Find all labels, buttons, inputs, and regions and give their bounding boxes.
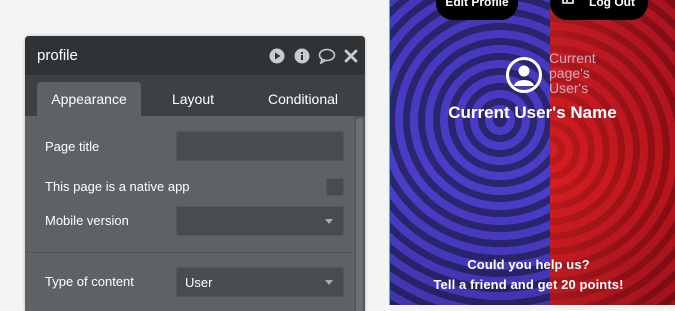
user-icon (514, 65, 534, 86)
log-out-label: Log Out (589, 0, 635, 9)
avatar-alt-text: Current page's User's (549, 50, 596, 96)
tab-bar: Appearance Layout Conditional (25, 75, 365, 116)
page-title-input[interactable] (176, 131, 344, 161)
door-exit-icon (562, 0, 574, 4)
page-title-label: Page title (45, 139, 100, 154)
tab-appearance[interactable]: Appearance (37, 82, 141, 116)
close-icon[interactable] (344, 49, 358, 63)
type-of-content-value: User (185, 275, 213, 290)
property-editor-panel: profile Appearance Layout Conditional Pa… (25, 36, 365, 311)
tab-layout[interactable]: Layout (155, 82, 231, 116)
native-app-label: This page is a native app (45, 179, 190, 194)
edit-profile-label: Edit Profile (445, 0, 509, 9)
mobile-version-label: Mobile version (45, 213, 129, 228)
mobile-version-dropdown[interactable] (176, 206, 344, 236)
page-preview: Edit Profile Log Out Current page's User… (390, 0, 675, 305)
native-app-checkbox[interactable] (326, 178, 344, 196)
help-line-1: Could you help us? (467, 257, 590, 272)
log-out-button[interactable]: Log Out (550, 0, 648, 20)
info-icon[interactable] (294, 48, 310, 64)
current-user-name: Current User's Name (448, 103, 617, 122)
edit-profile-button[interactable]: Edit Profile (436, 0, 518, 20)
panel-header[interactable]: profile (25, 36, 365, 75)
comment-icon[interactable] (318, 48, 336, 64)
tab-conditional[interactable]: Conditional (247, 82, 359, 116)
help-line-2: Tell a friend and get 20 points! (433, 277, 624, 292)
type-of-content-label: Type of content (45, 274, 134, 289)
chevron-down-icon (325, 219, 333, 224)
scrollbar-thumb[interactable] (356, 118, 363, 311)
avatar (506, 57, 542, 93)
play-icon[interactable] (269, 48, 285, 64)
panel-title: profile (37, 47, 78, 64)
type-of-content-dropdown[interactable]: User (176, 267, 344, 297)
chevron-down-icon (325, 280, 333, 285)
section-divider (25, 252, 352, 253)
